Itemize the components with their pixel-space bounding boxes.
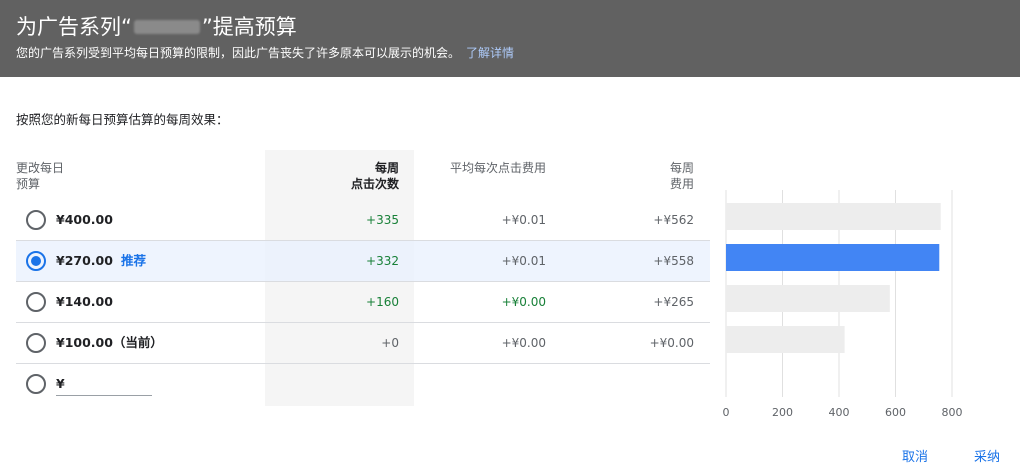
column-header-clicks-line1: 每周: [374, 161, 399, 175]
budget-radio[interactable]: [26, 374, 46, 394]
avg-cpc: +¥0.01: [501, 213, 546, 227]
learn-more-link[interactable]: 了解详情: [466, 46, 514, 60]
chart-bar: [726, 326, 845, 353]
avg-cpc: +¥0.00: [501, 295, 546, 309]
title-prefix: 为广告系列“: [16, 15, 132, 39]
budget-option-row[interactable]: ¥400.00 +335 +¥0.01 +¥562: [16, 200, 710, 241]
column-header-cost: 每周 费用: [600, 160, 694, 192]
chart-bar-highlighted: [726, 244, 940, 271]
weekly-clicks: +0: [381, 336, 399, 350]
chart-tick-label: 0: [723, 406, 730, 419]
intro-text: 按照您的新每日预算估算的每周效果：: [16, 112, 229, 127]
weekly-clicks: +332: [366, 254, 399, 268]
weekly-clicks: +160: [366, 295, 399, 309]
budget-amount: ¥270.00 推荐: [56, 253, 146, 268]
budget-radio[interactable]: [26, 333, 46, 353]
column-header-budget-line1: 更改每日: [16, 161, 65, 175]
budget-option-row[interactable]: ¥140.00 +160 +¥0.00 +¥265: [16, 282, 710, 323]
weekly-cost: +¥558: [653, 254, 694, 268]
budget-option-row-current[interactable]: ¥100.00（当前） +0 +¥0.00 +¥0.00: [16, 323, 710, 364]
budget-radio-checked[interactable]: [26, 251, 46, 271]
recommended-badge: 推荐: [120, 253, 146, 268]
dialog-header: 为广告系列“ ”提高预算 您的广告系列受到平均每日预算的限制，因此广告丧失了许多…: [0, 0, 1020, 77]
dialog-title: 为广告系列“ ”提高预算: [16, 14, 297, 40]
weekly-cost: +¥265: [653, 295, 694, 309]
budget-amount: ¥140.00: [56, 294, 113, 309]
column-header-cpc: 平均每次点击费用: [449, 161, 546, 175]
column-header-clicks-line2: 点击次数: [350, 177, 399, 191]
adopt-button[interactable]: 采纳: [974, 450, 1000, 466]
weekly-clicks: +335: [366, 213, 399, 227]
weekly-cost: +¥0.00: [649, 336, 694, 350]
avg-cpc: +¥0.00: [501, 336, 546, 350]
budget-radio[interactable]: [26, 210, 46, 230]
avg-cpc: +¥0.01: [501, 254, 546, 268]
subtitle-text: 您的广告系列受到平均每日预算的限制，因此广告丧失了许多原本可以展示的机会。: [16, 46, 461, 60]
column-header-budget: 更改每日 预算: [16, 160, 106, 192]
chart-tick-label: 200: [772, 406, 793, 419]
chart-tick-label: 400: [829, 406, 850, 419]
redacted-campaign-name: [133, 20, 200, 34]
column-header-cost-line2: 费用: [669, 177, 694, 191]
cancel-button[interactable]: 取消: [902, 450, 928, 466]
chart-bar: [726, 285, 890, 312]
column-header-cost-line1: 每周: [669, 161, 694, 175]
budget-option-row-recommended[interactable]: ¥270.00 推荐 +332 +¥0.01 +¥558: [16, 241, 710, 282]
weekly-cost-bar-chart: 0 200 400 600 800: [723, 190, 963, 419]
title-suffix: ”提高预算: [201, 15, 297, 39]
column-header-budget-line2: 预算: [16, 177, 41, 191]
custom-budget-input[interactable]: [56, 374, 152, 396]
budget-radio[interactable]: [26, 292, 46, 312]
budget-amount: ¥100.00（当前）: [56, 335, 163, 350]
column-header-clicks: 每周 点击次数: [300, 160, 399, 192]
budget-amount: ¥400.00: [56, 212, 113, 227]
chart-tick-label: 800: [942, 406, 963, 419]
chart-tick-label: 600: [885, 406, 906, 419]
chart-bar: [726, 203, 941, 230]
custom-budget-row[interactable]: ¥: [16, 364, 710, 405]
weekly-cost: +¥562: [653, 213, 694, 227]
dialog-subtitle: 您的广告系列受到平均每日预算的限制，因此广告丧失了许多原本可以展示的机会。 了解详…: [16, 45, 514, 61]
